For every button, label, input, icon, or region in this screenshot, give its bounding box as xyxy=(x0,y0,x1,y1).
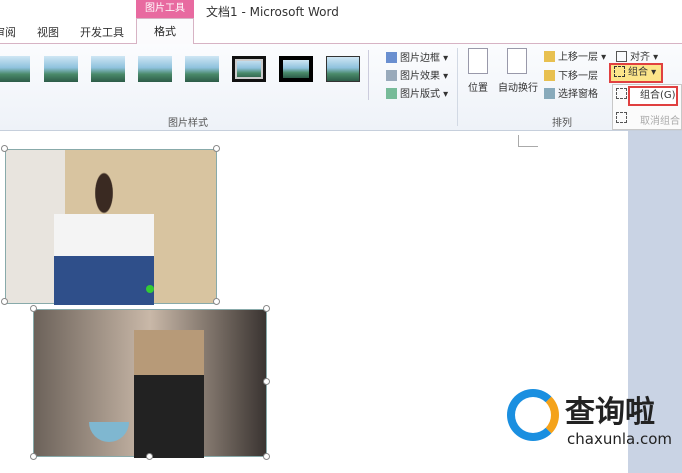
watermark-brand: 查询啦 xyxy=(565,395,655,430)
picture-style-1[interactable] xyxy=(0,56,30,82)
logo-q-icon xyxy=(507,389,559,441)
picture-styles-group-label: 图片样式 xyxy=(168,118,208,129)
resize-handle[interactable] xyxy=(30,305,37,312)
group-icon xyxy=(614,66,625,77)
layout-icon xyxy=(386,88,397,99)
picture-layout-button[interactable]: 图片版式 ▾ xyxy=(386,85,448,100)
bring-forward-icon xyxy=(544,51,555,62)
picture-style-7[interactable] xyxy=(279,56,313,82)
menu-item-group[interactable]: 组合(G) xyxy=(628,86,678,106)
tab-view[interactable]: 视图 xyxy=(37,24,59,40)
effects-icon xyxy=(386,70,397,81)
person-figure xyxy=(54,165,154,305)
picture-style-6[interactable] xyxy=(232,56,266,82)
picture-style-4[interactable] xyxy=(138,56,172,82)
align-button[interactable]: 对齐 ▾ xyxy=(616,48,658,63)
align-icon xyxy=(616,51,627,62)
ungroup-icon xyxy=(616,112,627,123)
resize-handle[interactable] xyxy=(213,145,220,152)
picture-border-button[interactable]: 图片边框 ▾ xyxy=(386,49,448,64)
rotate-handle[interactable] xyxy=(146,285,154,293)
wrap-text-icon xyxy=(507,48,527,74)
picture-style-8[interactable] xyxy=(326,56,360,82)
styles-scroll[interactable] xyxy=(368,50,378,100)
group-icon xyxy=(616,88,627,99)
resize-handle[interactable] xyxy=(1,298,8,305)
resize-handle[interactable] xyxy=(263,453,270,460)
resize-handle[interactable] xyxy=(146,453,153,460)
resize-handle[interactable] xyxy=(213,298,220,305)
photo-woman-kitchen[interactable] xyxy=(33,309,267,458)
send-backward-button[interactable]: 下移一层 xyxy=(544,67,598,82)
tab-developer[interactable]: 开发工具 xyxy=(80,24,124,40)
bring-forward-button[interactable]: 上移一层 ▾ xyxy=(544,48,606,63)
watermark-logo: 查询啦 chaxunla.com xyxy=(505,385,675,455)
margin-marker xyxy=(518,135,538,147)
tab-review[interactable]: 审阅 xyxy=(0,24,16,40)
border-icon xyxy=(386,52,397,63)
picture-effects-button[interactable]: 图片效果 ▾ xyxy=(386,67,448,82)
selection-pane-button[interactable]: 选择窗格 xyxy=(544,85,598,100)
window-title: 文档1 - Microsoft Word xyxy=(206,5,339,19)
divider xyxy=(457,48,458,126)
resize-handle[interactable] xyxy=(263,378,270,385)
picture-tools-context-label: 图片工具 xyxy=(136,0,194,18)
picture-style-2[interactable] xyxy=(44,56,78,82)
menu-item-ungroup[interactable]: 取消组合 xyxy=(640,112,680,127)
tab-format[interactable]: 格式 xyxy=(136,18,194,44)
wrap-text-button[interactable]: 自动换行 xyxy=(498,79,538,94)
picture-style-3[interactable] xyxy=(91,56,125,82)
group-button[interactable]: 组合 ▾ xyxy=(609,63,663,83)
bowl xyxy=(89,422,129,442)
title-bar xyxy=(0,0,682,22)
arrange-group-label: 排列 xyxy=(552,118,572,129)
watermark-url: chaxunla.com xyxy=(567,430,672,448)
resize-handle[interactable] xyxy=(30,453,37,460)
resize-handle[interactable] xyxy=(263,305,270,312)
photo-woman-standing[interactable] xyxy=(5,149,217,305)
position-button[interactable]: 位置 xyxy=(468,79,488,94)
picture-style-5[interactable] xyxy=(185,56,219,82)
send-backward-icon xyxy=(544,70,555,81)
position-icon xyxy=(468,48,488,74)
selection-pane-icon xyxy=(544,88,555,99)
resize-handle[interactable] xyxy=(1,145,8,152)
person-figure xyxy=(134,330,204,458)
